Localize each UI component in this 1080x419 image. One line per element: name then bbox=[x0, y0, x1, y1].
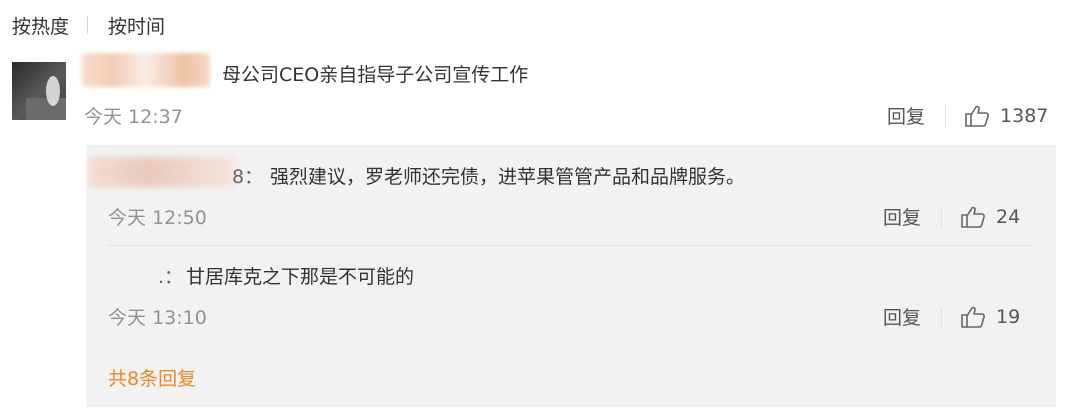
reply-actions: 回复 24 bbox=[883, 203, 1020, 230]
reply-time: 今天 12:50 bbox=[108, 207, 207, 229]
comment-text: 母公司CEO亲自指导子公司宣传工作 bbox=[222, 64, 529, 86]
reply-button[interactable]: 回复 bbox=[883, 303, 921, 330]
like-button[interactable]: 19 bbox=[960, 305, 1020, 329]
reply-author-name-blurred[interactable] bbox=[120, 258, 160, 286]
reply-button[interactable]: 回复 bbox=[883, 203, 921, 230]
thumbs-up-icon bbox=[961, 206, 985, 228]
sort-divider bbox=[87, 16, 89, 34]
like-count: 19 bbox=[996, 305, 1021, 328]
reply-time: 今天 13:10 bbox=[108, 307, 207, 329]
avatar-shade bbox=[26, 98, 66, 120]
avatar-highlight bbox=[46, 76, 60, 106]
reply-text: 强烈建议，罗老师还完债，进苹果管管产品和品牌服务。 bbox=[270, 166, 746, 188]
like-button[interactable]: 1387 bbox=[964, 104, 1048, 128]
comment-actions: 回复 1387 bbox=[887, 102, 1048, 129]
reply-author-name-blurred[interactable] bbox=[88, 157, 236, 187]
sort-bar: 按热度 按时间 bbox=[12, 10, 165, 40]
more-replies-link[interactable]: 共8条回复 bbox=[108, 364, 196, 391]
comment-author-name-blurred[interactable] bbox=[82, 53, 210, 87]
reply-author-suffix: 8： bbox=[232, 166, 264, 188]
comment-time: 今天 12:37 bbox=[84, 106, 183, 128]
action-divider bbox=[941, 306, 943, 327]
thumbs-up-icon bbox=[961, 306, 985, 328]
reply-button[interactable]: 回复 bbox=[887, 102, 925, 129]
avatar[interactable] bbox=[12, 62, 66, 120]
like-button[interactable]: 24 bbox=[960, 205, 1020, 229]
like-count: 24 bbox=[996, 205, 1021, 228]
reply-author-suffix: .： bbox=[158, 266, 184, 288]
action-divider bbox=[945, 105, 947, 126]
sort-by-time-tab[interactable]: 按时间 bbox=[108, 12, 165, 39]
action-divider bbox=[941, 206, 943, 227]
reply-divider bbox=[108, 245, 1032, 246]
sort-by-hot-tab[interactable]: 按热度 bbox=[12, 12, 69, 39]
like-count: 1387 bbox=[1000, 104, 1049, 127]
thumbs-up-icon bbox=[965, 105, 989, 127]
reply-text: 甘居库克之下那是不可能的 bbox=[186, 266, 415, 288]
reply-actions: 回复 19 bbox=[883, 303, 1020, 330]
